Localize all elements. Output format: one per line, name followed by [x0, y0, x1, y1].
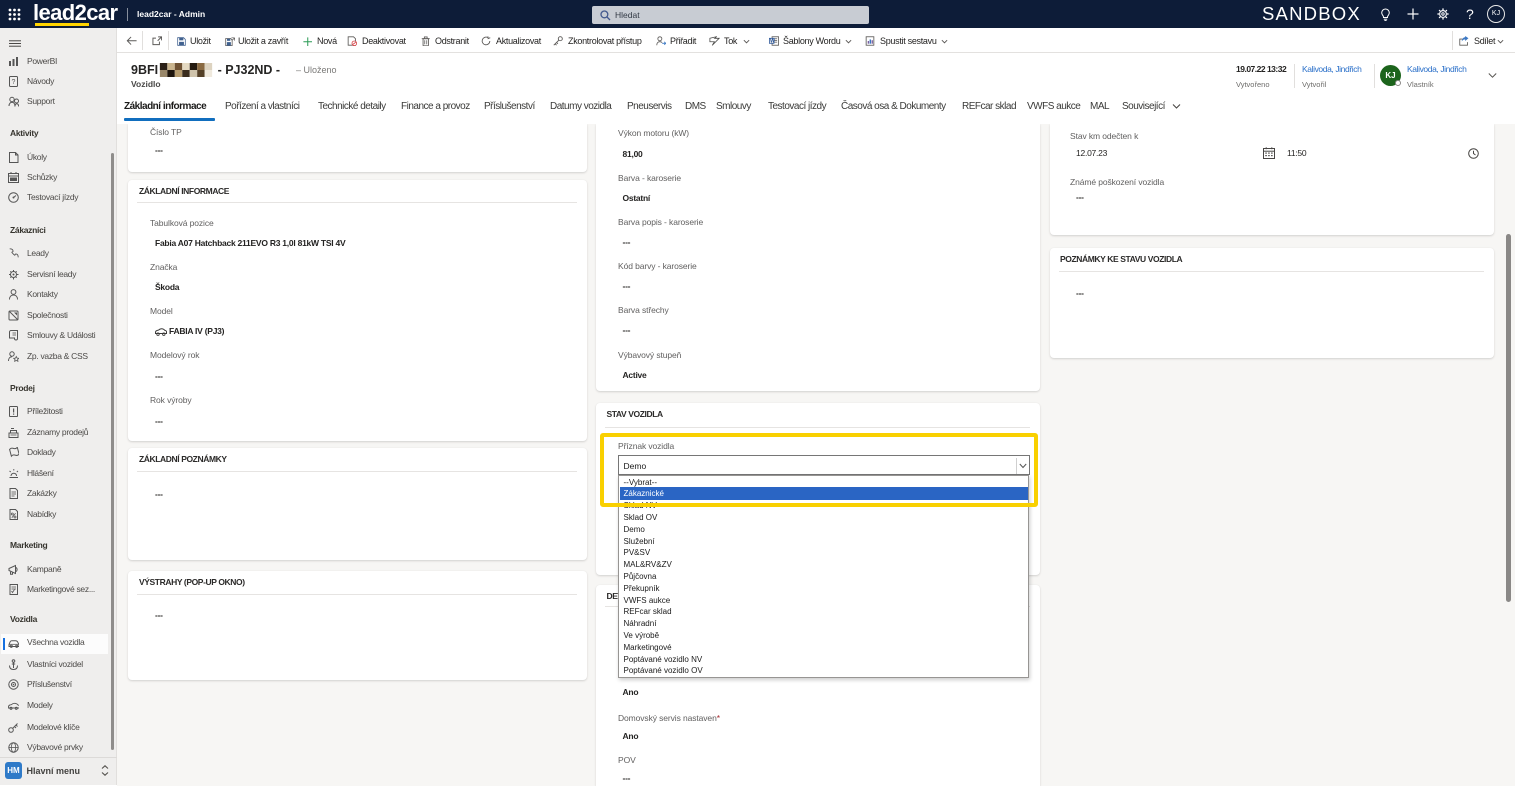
svg-text:W: W: [770, 38, 775, 44]
svg-text:?: ?: [12, 79, 16, 86]
